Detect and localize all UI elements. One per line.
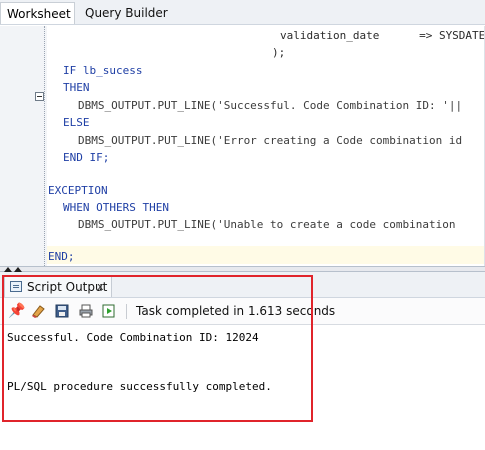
sql-editor[interactable]: validation_date => SYSDATE ); IF lb_suce…	[0, 26, 485, 266]
code-line: DBMS_OUTPUT.PUT_LINE('Successful. Code C…	[78, 99, 463, 112]
code-line-when: WHEN OTHERS THEN	[63, 201, 169, 214]
fold-collapse-icon[interactable]	[35, 92, 44, 101]
code-line: DBMS_OUTPUT.PUT_LINE('Error creating a C…	[78, 134, 463, 147]
task-status-text: Task completed in 1.613 seconds	[136, 304, 336, 318]
eraser-icon[interactable]	[30, 303, 46, 319]
code-line-end: END;	[48, 250, 75, 263]
code-line-then: THEN	[63, 81, 90, 94]
code-line: );	[272, 46, 286, 59]
pin-icon[interactable]: 📌	[8, 303, 25, 319]
code-line-exception: EXCEPTION	[48, 184, 108, 197]
editor-gutter	[0, 26, 47, 266]
tab-script-output-label: Script Output	[27, 280, 108, 294]
save-icon[interactable]	[54, 303, 70, 319]
tab-worksheet[interactable]: Worksheet	[0, 2, 75, 24]
code-line-if: IF lb_sucess	[63, 64, 143, 77]
code-line: DBMS_OUTPUT.PUT_LINE('Unable to create a…	[78, 218, 456, 231]
code-line-else: ELSE	[63, 116, 90, 129]
editor-tab-bar: Worksheet Query Builder	[0, 0, 485, 25]
print-icon[interactable]	[78, 303, 94, 319]
output-line: PL/SQL procedure successfully completed.	[7, 380, 272, 393]
toolbar-separator	[126, 304, 127, 319]
close-tab-button[interactable]: x	[97, 276, 104, 298]
output-line: Successful. Code Combination ID: 12024	[7, 331, 259, 344]
script-output-area[interactable]: Successful. Code Combination ID: 12024 P…	[0, 325, 485, 450]
run-script-icon[interactable]	[101, 303, 117, 319]
tab-script-output[interactable]: Script Output x	[4, 275, 112, 297]
output-tab-bar: Script Output x	[0, 272, 485, 298]
script-output-icon	[10, 281, 22, 292]
tab-query-builder[interactable]: Query Builder	[79, 2, 179, 24]
indent-guide	[44, 26, 45, 266]
code-line: validation_date => SYSDATE	[280, 29, 485, 42]
output-toolbar: 📌 Task completed in 1.613 seconds	[0, 298, 485, 325]
code-line-end-if: END IF;	[63, 151, 110, 164]
